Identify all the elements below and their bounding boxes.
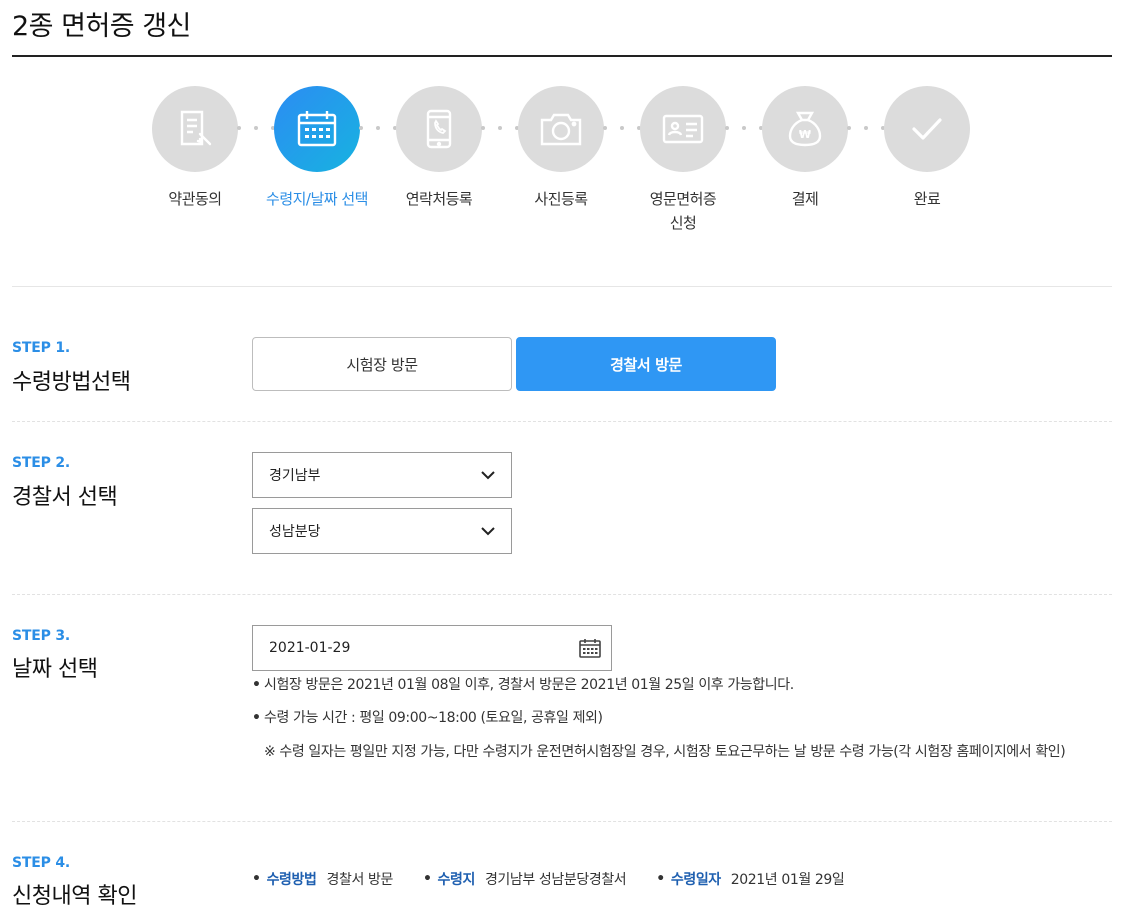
region-select-value: 경기남부 — [269, 468, 321, 484]
step-photo: 사진등록 — [491, 86, 631, 211]
step1-number: STEP 1. — [12, 340, 70, 356]
id-card-icon — [640, 86, 726, 172]
summary-key: 수령지 — [437, 872, 476, 888]
station-select[interactable]: 성남분당 — [252, 508, 512, 554]
step-label: 약관동의 — [168, 190, 222, 208]
step-terms: 약관동의 — [125, 86, 265, 211]
summary-key: 수령일자 — [670, 872, 721, 888]
check-icon — [884, 86, 970, 172]
date-value: 2021-01-29 — [269, 640, 351, 656]
station-select-value: 성남분당 — [269, 524, 321, 540]
step3-number: STEP 3. — [12, 628, 70, 644]
summary-item: • 수령방법 경찰서 방문 — [252, 871, 393, 888]
section-divider — [12, 594, 1112, 595]
chevron-down-icon — [481, 468, 495, 482]
step-label: 수령지/날짜 선택 — [266, 190, 368, 208]
step4-title: 신청내역 확인 — [12, 884, 137, 909]
step1-title: 수령방법선택 — [12, 370, 131, 395]
pickup-hours-note: • 수령 가능 시간 : 평일 09:00~18:00 (토요일, 공휴일 제외) — [252, 710, 603, 726]
summary-value: 경기남부 성남분당경찰서 — [484, 872, 627, 888]
money-bag-icon: ₩ — [762, 86, 848, 172]
step-pickup-date: 수령지/날짜 선택 — [247, 86, 387, 211]
step-label: 완료 — [913, 190, 941, 208]
availability-note: • 시험장 방문은 2021년 01월 08일 이후, 경찰서 방문은 2021년… — [252, 677, 794, 693]
calendar-icon — [274, 86, 360, 172]
step-label-line2: 신청 — [669, 214, 697, 232]
step3-title: 날짜 선택 — [12, 657, 98, 682]
chevron-down-icon — [481, 524, 495, 538]
title-divider — [12, 55, 1112, 57]
availability-note-text: 시험장 방문은 2021년 01월 08일 이후, 경찰서 방문은 2021년 … — [264, 677, 794, 693]
date-field[interactable]: 2021-01-29 — [252, 625, 612, 671]
step2-number: STEP 2. — [12, 455, 70, 471]
summary-value: 2021년 01월 29일 — [730, 872, 845, 888]
step-label: 영문면허증신청 — [613, 187, 753, 235]
step-label: 결제 — [791, 190, 819, 208]
step-label: 연락처등록 — [405, 190, 473, 208]
police-station-visit-button[interactable]: 경찰서 방문 — [516, 337, 776, 391]
pickup-hours-note-text: 수령 가능 시간 : 평일 09:00~18:00 (토요일, 공휴일 제외) — [264, 710, 603, 726]
progress-steps: 약관동의 수령지/날짜 선택 연락처등록 사진등록 영문면허증 신청 ₩ 결제 … — [0, 86, 1121, 246]
step2-title: 경찰서 선택 — [12, 485, 118, 510]
step-complete: 완료 — [857, 86, 997, 211]
camera-icon — [518, 86, 604, 172]
summary-value: 경찰서 방문 — [326, 872, 393, 888]
phone-icon — [396, 86, 482, 172]
pickup-date-remark: ※ 수령 일자는 평일만 지정 가능, 다만 수령지가 운전면허시험장일 경우,… — [264, 744, 1066, 760]
document-sign-icon — [152, 86, 238, 172]
step4-number: STEP 4. — [12, 855, 70, 871]
application-summary: • 수령방법 경찰서 방문 • 수령지 경기남부 성남분당경찰서 • 수령일자 2021년 … — [252, 869, 874, 889]
region-select[interactable]: 경기남부 — [252, 452, 512, 498]
section-divider — [12, 821, 1112, 822]
step-payment: ₩ 결제 — [735, 86, 875, 211]
section-divider — [12, 286, 1112, 287]
step-english-license: 영문면허증신청 — [613, 86, 753, 235]
summary-item: • 수령일자 2021년 01월 29일 — [656, 871, 845, 888]
step-label: 사진등록 — [534, 190, 588, 208]
step-label-line1: 영문면허증 — [649, 190, 717, 208]
step-contact: 연락처등록 — [369, 86, 509, 211]
section-divider — [12, 421, 1112, 422]
page-title: 2종 면허증 갱신 — [12, 11, 191, 42]
calendar-icon[interactable] — [579, 637, 601, 659]
svg-text:₩: ₩ — [799, 128, 811, 141]
summary-item: • 수령지 경기남부 성남분당경찰서 — [422, 871, 627, 888]
summary-key: 수령방법 — [266, 872, 317, 888]
exam-center-visit-button[interactable]: 시험장 방문 — [252, 337, 512, 391]
